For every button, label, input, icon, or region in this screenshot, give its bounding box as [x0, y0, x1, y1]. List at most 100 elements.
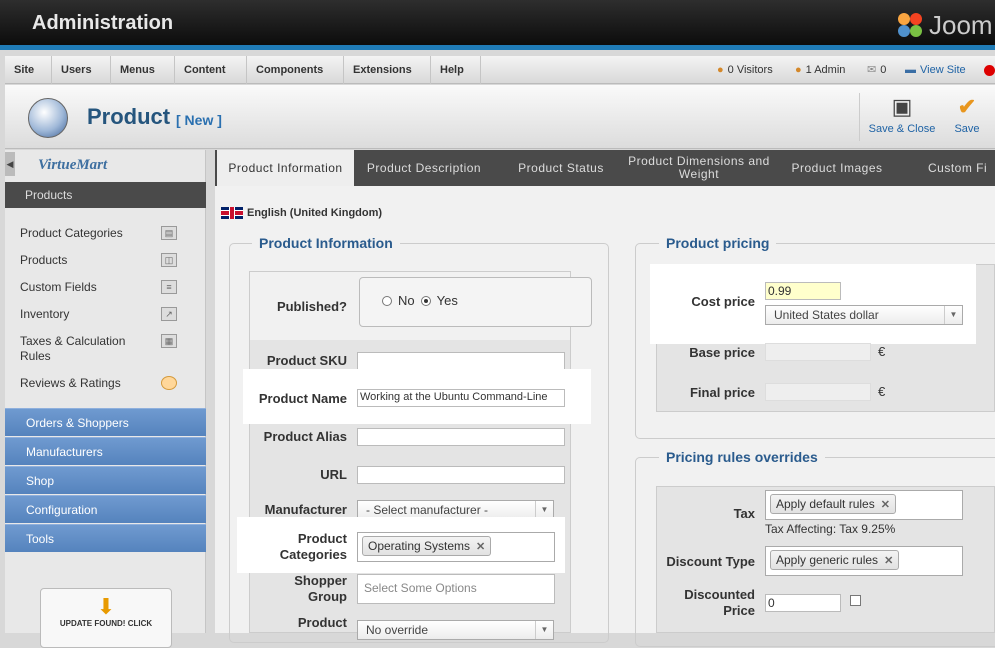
cost-price-input[interactable]: 0.99	[765, 282, 841, 300]
tab-product-status[interactable]: Product Status	[500, 150, 622, 186]
discount-rules-input[interactable]: Apply generic rules ✕	[765, 546, 963, 576]
menu-site[interactable]: Site	[5, 56, 52, 84]
uk-flag-icon	[221, 207, 243, 219]
published-no-label: No	[398, 293, 415, 308]
admins-icon: ●	[795, 64, 802, 76]
discounted-price-checkbox[interactable]	[850, 595, 861, 606]
monitor-icon: ▬	[905, 64, 916, 76]
product-sku-input[interactable]	[357, 352, 565, 370]
menu-help[interactable]: Help	[431, 56, 481, 84]
shopper-group-label-line1: Shopper	[294, 573, 347, 588]
tab-product-information[interactable]: Product Information	[217, 150, 354, 186]
menu-content[interactable]: Content	[175, 56, 247, 84]
view-site-label: View Site	[920, 64, 966, 76]
messages-status[interactable]: ✉ 0	[867, 56, 886, 84]
admins-count: 1 Admin	[805, 64, 846, 76]
product-sku-label: Product SKU	[266, 353, 347, 368]
download-arrow-icon: ⬇	[96, 594, 116, 619]
admins-status: ● 1 Admin	[795, 56, 845, 84]
visitors-count: 0 Visitors	[727, 64, 773, 76]
tax-rule-tag: Apply default rules ✕	[770, 494, 896, 514]
products-icon: ◫	[161, 253, 177, 267]
tab-product-description[interactable]: Product Description	[354, 150, 494, 186]
final-price-input[interactable]	[765, 383, 871, 401]
pricing-overrides-legend: Pricing rules overrides	[659, 449, 825, 465]
tab-custom-fields[interactable]: Custom Fi	[904, 150, 995, 186]
tax-rules-input[interactable]: Apply default rules ✕	[765, 490, 963, 520]
categories-icon: ▤	[161, 226, 177, 240]
admin-title: Administration	[32, 12, 174, 34]
discount-type-label: Discount Type	[666, 554, 755, 569]
custom-fields-icon: ≡	[161, 280, 177, 294]
product-categories-input[interactable]: Operating Systems ✕	[357, 532, 555, 562]
menu-components[interactable]: Components	[247, 56, 344, 84]
product-override-select[interactable]: No override ▼	[357, 620, 554, 640]
product-pricing-legend: Product pricing	[659, 235, 777, 251]
currency-select[interactable]: United States dollar ▼	[765, 305, 963, 325]
discounted-price-input[interactable]: 0	[765, 594, 841, 612]
language-label: English (United Kingdom)	[247, 207, 383, 219]
base-price-label: Base price	[689, 345, 755, 360]
tab-product-images[interactable]: Product Images	[776, 150, 898, 186]
update-label: UPDATE FOUND! CLICK	[59, 619, 153, 628]
sidebar-item-taxes[interactable]: Taxes & Calculation Rules	[20, 334, 150, 364]
chevron-down-icon: ▼	[944, 306, 962, 324]
base-price-input	[765, 343, 871, 361]
remove-tag-icon[interactable]: ✕	[884, 555, 893, 567]
discount-rule-tag: Apply generic rules ✕	[770, 550, 900, 570]
published-yes-radio[interactable]	[420, 295, 431, 306]
remove-tag-icon[interactable]: ✕	[476, 541, 485, 553]
view-site-link[interactable]: ▬ View Site	[905, 56, 966, 84]
tax-affecting-text: Tax Affecting: Tax 9.25%	[765, 522, 896, 536]
sidebar-collapse-button[interactable]: ◀	[5, 152, 15, 176]
published-yes-label: Yes	[436, 293, 458, 308]
discount-rule-tag-label: Apply generic rules	[776, 553, 879, 567]
messages-count: 0	[880, 64, 887, 76]
published-no-radio[interactable]	[382, 295, 392, 306]
messages-icon: ✉	[867, 64, 877, 76]
main-menu-bar: Site Users Menus Content Components Exte…	[5, 56, 995, 84]
cost-price-label: Cost price	[691, 294, 755, 309]
menu-menus[interactable]: Menus	[111, 56, 175, 84]
shopper-group-label: Shopper Group	[252, 573, 347, 605]
product-name-input[interactable]: Working at the Ubuntu Command-Line	[357, 389, 565, 407]
remove-tag-icon[interactable]: ✕	[881, 499, 890, 511]
product-name-label: Product Name	[258, 391, 347, 406]
save-close-label: Save & Close	[868, 123, 936, 135]
sidebar-section-manufacturers[interactable]: Manufacturers	[5, 437, 206, 465]
product-override-value: No override	[366, 623, 429, 637]
sidebar-products-header[interactable]: Products	[5, 182, 206, 208]
save-close-button[interactable]: ▣ Save & Close	[868, 95, 936, 136]
chevron-down-icon: ▼	[535, 621, 553, 639]
save-label: Save	[954, 123, 980, 135]
sidebar-section-tools[interactable]: Tools	[5, 524, 206, 552]
product-information-legend: Product Information	[252, 235, 400, 251]
page-title-status: [ New ]	[176, 112, 222, 128]
category-tag: Operating Systems ✕	[362, 536, 492, 556]
sidebar-section-shop[interactable]: Shop	[5, 466, 206, 494]
inventory-icon: ↗	[161, 307, 177, 321]
tax-rule-tag-label: Apply default rules	[776, 497, 875, 511]
update-found-button[interactable]: ⬇ UPDATE FOUND! CLICK	[40, 588, 172, 648]
joomla-icon	[898, 13, 922, 37]
save-button[interactable]: ✔ Save	[948, 95, 986, 136]
manufacturer-select-value: - Select manufacturer -	[366, 503, 489, 517]
product-extra-label: Product	[297, 615, 347, 630]
tax-label: Tax	[733, 506, 755, 521]
menu-users[interactable]: Users	[52, 56, 111, 84]
sidebar-section-configuration[interactable]: Configuration	[5, 495, 206, 523]
url-label: URL	[320, 467, 347, 482]
url-input[interactable]	[357, 466, 565, 484]
menu-extensions[interactable]: Extensions	[344, 56, 431, 84]
virtuemart-logo: VirtueMart	[38, 157, 108, 173]
product-alias-label: Product Alias	[263, 429, 347, 444]
tab-product-dimensions[interactable]: Product Dimensions and Weight	[628, 150, 770, 186]
shopper-group-input[interactable]: Select Some Options	[357, 574, 555, 604]
product-categories-label-line2: Categories	[279, 547, 347, 562]
joomla-logo-text: Joom	[929, 9, 993, 40]
logout-icon[interactable]	[984, 56, 995, 84]
sidebar-section-orders[interactable]: Orders & Shoppers	[5, 408, 206, 436]
final-price-label: Final price	[689, 385, 755, 400]
language-indicator: English (United Kingdom)	[221, 207, 382, 219]
product-alias-input[interactable]	[357, 428, 565, 446]
